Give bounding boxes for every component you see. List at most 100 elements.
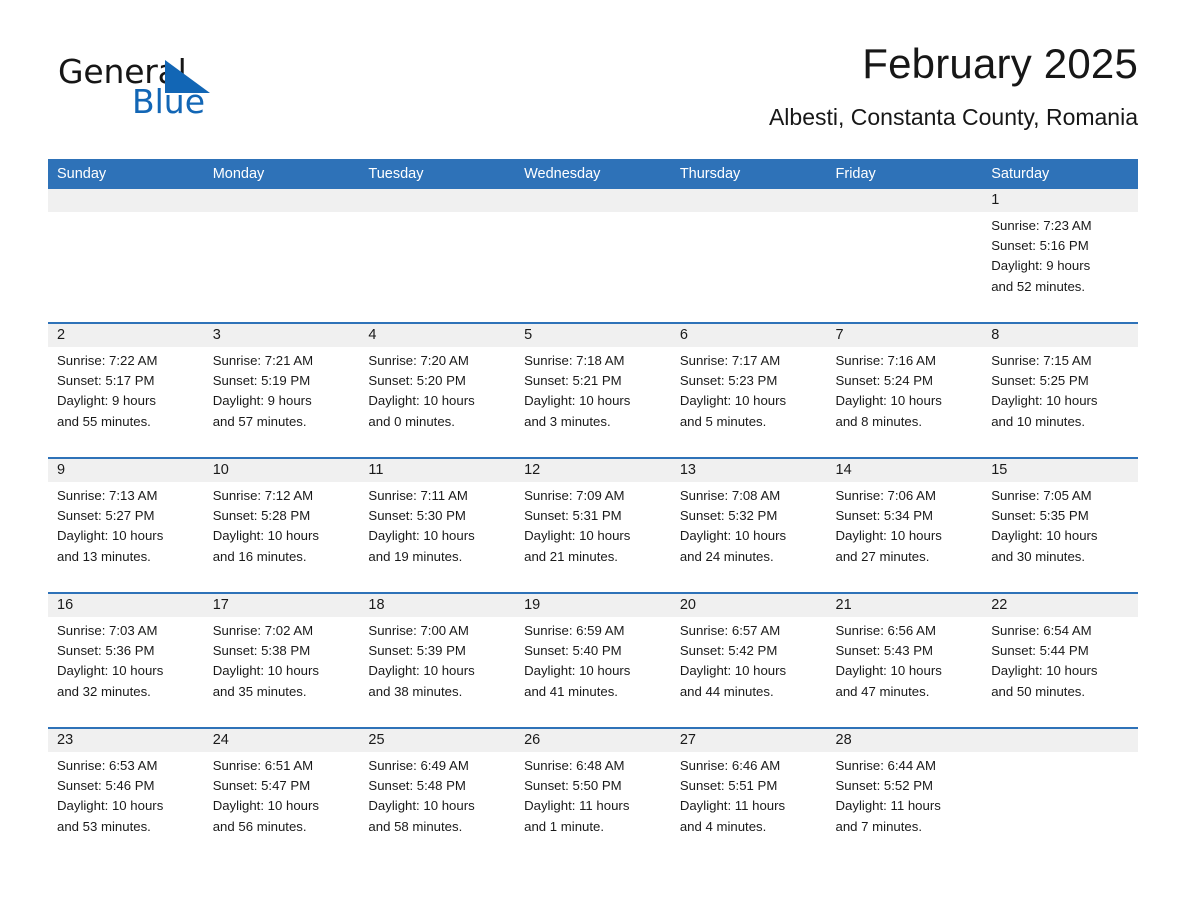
calendar-day-cell[interactable]: 21 Sunrise: 6:56 AM Sunset: 5:43 PM Dayli…	[826, 592, 983, 728]
day-number-band	[670, 189, 827, 212]
day-number: 10	[212, 462, 229, 478]
day-number-band: 15	[982, 459, 1138, 482]
day-number: 20	[679, 597, 696, 613]
day-cell-content: 4 Sunrise: 7:20 AM Sunset: 5:20 PM Daylig…	[359, 324, 516, 457]
day-number: 13	[679, 462, 696, 478]
day-number-band: 13	[670, 459, 827, 482]
calendar-day-cell-empty	[982, 727, 1138, 862]
weekday-header-friday: Friday	[826, 159, 983, 189]
day-cell-content: 22 Sunrise: 6:54 AM Sunset: 5:44 PM Dayli…	[982, 594, 1138, 727]
calendar-day-cell[interactable]: 27 Sunrise: 6:46 AM Sunset: 5:51 PM Dayli…	[670, 727, 827, 862]
day-sun-info: Sunrise: 6:48 AM Sunset: 5:50 PM Dayligh…	[524, 758, 630, 834]
day-sun-info: Sunrise: 7:02 AM Sunset: 5:38 PM Dayligh…	[212, 623, 319, 699]
day-number: 4	[368, 327, 377, 343]
day-cell-content: 8 Sunrise: 7:15 AM Sunset: 5:25 PM Daylig…	[982, 324, 1138, 457]
day-sun-info: Sunrise: 7:06 AM Sunset: 5:34 PM Dayligh…	[835, 488, 942, 564]
day-number-band: 23	[48, 729, 204, 752]
day-cell-content: 16 Sunrise: 7:03 AM Sunset: 5:36 PM Dayli…	[48, 594, 204, 727]
day-number-band	[515, 189, 671, 212]
day-number: 21	[835, 597, 852, 613]
day-sun-info: Sunrise: 7:03 AM Sunset: 5:36 PM Dayligh…	[57, 623, 164, 699]
day-cell-content: 28 Sunrise: 6:44 AM Sunset: 5:52 PM Dayli…	[826, 729, 983, 862]
calendar-day-cell[interactable]: 22 Sunrise: 6:54 AM Sunset: 5:44 PM Dayli…	[982, 592, 1138, 728]
day-number-band: 21	[826, 594, 983, 617]
day-number: 24	[212, 732, 229, 748]
calendar-day-cell[interactable]: 16 Sunrise: 7:03 AM Sunset: 5:36 PM Dayli…	[48, 592, 204, 728]
calendar-day-cell[interactable]: 2 Sunrise: 7:22 AM Sunset: 5:17 PM Daylig…	[48, 322, 204, 458]
calendar-day-cell[interactable]: 23 Sunrise: 6:53 AM Sunset: 5:46 PM Dayli…	[48, 727, 204, 862]
day-sun-info	[48, 212, 204, 216]
calendar-day-cell-empty	[203, 189, 360, 323]
day-sun-info: Sunrise: 7:21 AM Sunset: 5:19 PM Dayligh…	[212, 353, 314, 429]
day-number: 5	[524, 327, 533, 343]
calendar-day-cell[interactable]: 10 Sunrise: 7:12 AM Sunset: 5:28 PM Dayli…	[203, 457, 360, 593]
calendar-day-cell[interactable]: 6 Sunrise: 7:17 AM Sunset: 5:23 PM Daylig…	[670, 322, 827, 458]
day-number-band: 16	[48, 594, 204, 617]
day-sun-info: Sunrise: 7:13 AM Sunset: 5:27 PM Dayligh…	[57, 488, 164, 564]
day-number-band: 10	[203, 459, 360, 482]
day-number: 8	[991, 327, 1000, 343]
calendar-day-cell[interactable]: 8 Sunrise: 7:15 AM Sunset: 5:25 PM Daylig…	[982, 322, 1138, 458]
calendar-day-cell[interactable]: 14 Sunrise: 7:06 AM Sunset: 5:34 PM Dayli…	[826, 457, 983, 593]
calendar-day-cell[interactable]: 13 Sunrise: 7:08 AM Sunset: 5:32 PM Dayli…	[670, 457, 827, 593]
day-cell-content	[515, 189, 671, 322]
day-number: 3	[212, 327, 221, 343]
day-cell-content: 12 Sunrise: 7:09 AM Sunset: 5:31 PM Dayli…	[515, 459, 671, 592]
day-number: 27	[679, 732, 696, 748]
calendar-day-cell[interactable]: 20 Sunrise: 6:57 AM Sunset: 5:42 PM Dayli…	[670, 592, 827, 728]
day-number: 17	[212, 597, 229, 613]
day-cell-content: 2 Sunrise: 7:22 AM Sunset: 5:17 PM Daylig…	[48, 324, 204, 457]
calendar-day-cell-empty	[359, 189, 516, 323]
day-number-band: 26	[515, 729, 671, 752]
day-cell-content: 14 Sunrise: 7:06 AM Sunset: 5:34 PM Dayli…	[826, 459, 983, 592]
calendar-day-cell[interactable]: 5 Sunrise: 7:18 AM Sunset: 5:21 PM Daylig…	[515, 322, 671, 458]
calendar-day-cell[interactable]: 19 Sunrise: 6:59 AM Sunset: 5:40 PM Dayli…	[515, 592, 671, 728]
day-number-band: 9	[48, 459, 204, 482]
day-sun-info: Sunrise: 7:20 AM Sunset: 5:20 PM Dayligh…	[368, 353, 475, 429]
weekday-header-tuesday: Tuesday	[359, 159, 516, 189]
calendar-day-cell[interactable]: 11 Sunrise: 7:11 AM Sunset: 5:30 PM Dayli…	[359, 457, 516, 593]
calendar-day-cell[interactable]: 28 Sunrise: 6:44 AM Sunset: 5:52 PM Dayli…	[826, 727, 983, 862]
calendar-day-cell[interactable]: 15 Sunrise: 7:05 AM Sunset: 5:35 PM Dayli…	[982, 457, 1138, 593]
day-number: 14	[835, 462, 852, 478]
calendar-day-cell[interactable]: 25 Sunrise: 6:49 AM Sunset: 5:48 PM Dayli…	[359, 727, 516, 862]
calendar-day-cell-empty	[48, 189, 204, 323]
calendar-day-cell[interactable]: 1 Sunrise: 7:23 AM Sunset: 5:16 PM Daylig…	[982, 189, 1138, 323]
day-number-band: 6	[670, 324, 827, 347]
day-cell-content: 11 Sunrise: 7:11 AM Sunset: 5:30 PM Dayli…	[359, 459, 516, 592]
calendar-day-cell[interactable]: 7 Sunrise: 7:16 AM Sunset: 5:24 PM Daylig…	[826, 322, 983, 458]
calendar-day-cell[interactable]: 17 Sunrise: 7:02 AM Sunset: 5:38 PM Dayli…	[203, 592, 360, 728]
day-sun-info: Sunrise: 6:57 AM Sunset: 5:42 PM Dayligh…	[679, 623, 787, 699]
day-number: 23	[57, 732, 74, 748]
day-cell-content	[670, 189, 827, 322]
day-cell-content: 26 Sunrise: 6:48 AM Sunset: 5:50 PM Dayli…	[515, 729, 671, 862]
calendar-body: 1 Sunrise: 7:23 AM Sunset: 5:16 PM Daylig…	[48, 189, 1138, 862]
calendar-week-row: 9 Sunrise: 7:13 AM Sunset: 5:27 PM Daylig…	[48, 457, 1138, 593]
page-header: General Blue February 2025 Albesti, Cons…	[48, 38, 1138, 150]
brand-logo[interactable]: General Blue	[58, 52, 318, 132]
day-number-band: 19	[515, 594, 671, 617]
day-sun-info: Sunrise: 6:46 AM Sunset: 5:51 PM Dayligh…	[679, 758, 786, 834]
calendar-day-cell[interactable]: 18 Sunrise: 7:00 AM Sunset: 5:39 PM Dayli…	[359, 592, 516, 728]
calendar-day-cell[interactable]: 3 Sunrise: 7:21 AM Sunset: 5:19 PM Daylig…	[203, 322, 360, 458]
month-calendar: Sunday Monday Tuesday Wednesday Thursday…	[48, 159, 1138, 862]
day-sun-info	[671, 212, 827, 216]
day-cell-content: 15 Sunrise: 7:05 AM Sunset: 5:35 PM Dayli…	[982, 459, 1138, 592]
day-number-band: 22	[982, 594, 1138, 617]
calendar-day-cell[interactable]: 4 Sunrise: 7:20 AM Sunset: 5:20 PM Daylig…	[359, 322, 516, 458]
day-number-band: 25	[359, 729, 516, 752]
day-sun-info: Sunrise: 7:09 AM Sunset: 5:31 PM Dayligh…	[524, 488, 631, 564]
day-number-band: 8	[982, 324, 1138, 347]
weekday-header-sunday: Sunday	[48, 159, 204, 189]
day-cell-content: 5 Sunrise: 7:18 AM Sunset: 5:21 PM Daylig…	[515, 324, 671, 457]
day-number: 1	[991, 192, 1000, 208]
calendar-day-cell[interactable]: 9 Sunrise: 7:13 AM Sunset: 5:27 PM Daylig…	[48, 457, 204, 593]
calendar-day-cell[interactable]: 24 Sunrise: 6:51 AM Sunset: 5:47 PM Dayli…	[203, 727, 360, 862]
day-number-band: 12	[515, 459, 671, 482]
day-number: 12	[524, 462, 541, 478]
day-number: 16	[57, 597, 74, 613]
calendar-day-cell[interactable]: 12 Sunrise: 7:09 AM Sunset: 5:31 PM Dayli…	[515, 457, 671, 593]
day-cell-content: 20 Sunrise: 6:57 AM Sunset: 5:42 PM Dayli…	[670, 594, 827, 727]
day-number-band	[982, 729, 1138, 752]
calendar-day-cell[interactable]: 26 Sunrise: 6:48 AM Sunset: 5:50 PM Dayli…	[515, 727, 671, 862]
